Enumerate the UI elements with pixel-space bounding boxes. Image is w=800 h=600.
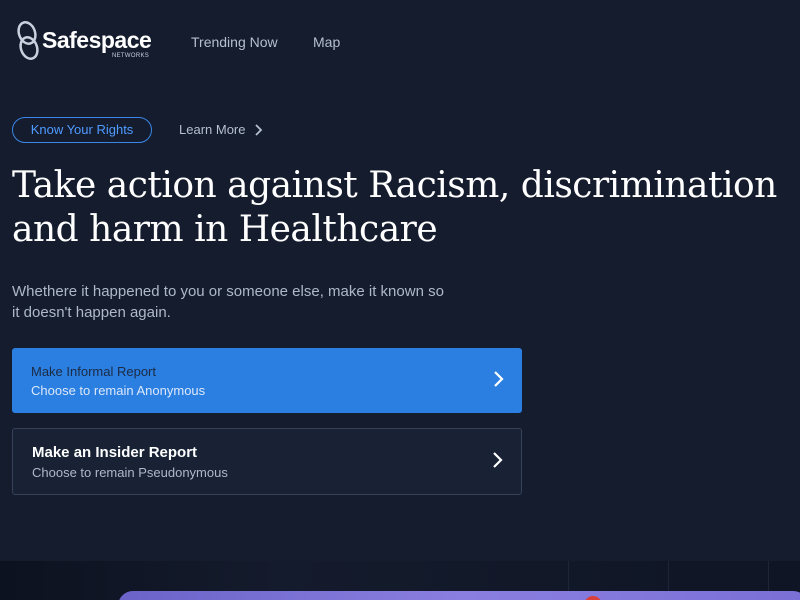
chevron-right-icon [255, 124, 263, 136]
chevron-right-icon [493, 452, 503, 468]
know-your-rights-button[interactable]: Know Your Rights [12, 117, 152, 143]
report-title: Make Informal Report [31, 364, 156, 379]
report-subtitle: Choose to remain Anonymous [31, 383, 206, 398]
bottom-panel-edge [118, 591, 800, 600]
make-insider-report-button[interactable]: Make an Insider Report Choose to remain … [12, 428, 522, 495]
site-header: Safespace NETWORKS Trending Now Map [0, 0, 800, 84]
safespace-page: Safespace NETWORKS Trending Now Map Know… [0, 0, 800, 600]
nav-link-trending-now[interactable]: Trending Now [191, 34, 278, 50]
report-subtitle: Choose to remain Pseudonymous [32, 465, 228, 480]
chain-link-logo-icon [17, 21, 39, 60]
page-subtext: Whethere it happened to you or someone e… [12, 283, 444, 321]
report-title: Make an Insider Report [32, 444, 198, 461]
nav-link-map[interactable]: Map [313, 34, 340, 50]
chevron-right-icon [494, 371, 504, 387]
learn-more-link[interactable]: Learn More [179, 122, 245, 137]
make-informal-report-button[interactable]: Make Informal Report Choose to remain An… [12, 348, 522, 413]
page-headline: Take action against Racism, discriminati… [12, 165, 777, 250]
brand-name: Safespace [42, 27, 152, 53]
brand-logo[interactable]: Safespace NETWORKS [14, 18, 159, 64]
brand-subtitle: NETWORKS [112, 53, 150, 59]
